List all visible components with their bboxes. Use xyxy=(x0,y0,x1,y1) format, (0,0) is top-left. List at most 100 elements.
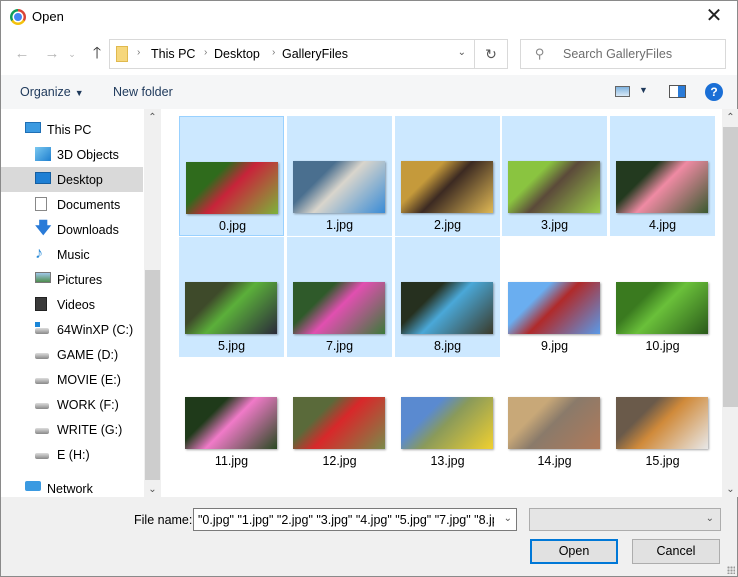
network-icon xyxy=(25,481,41,491)
scrollbar-thumb[interactable] xyxy=(723,127,738,407)
file-tile[interactable]: 12.jpg xyxy=(287,359,392,479)
image-thumbnail[interactable] xyxy=(293,282,385,334)
file-tile[interactable]: 8.jpg xyxy=(395,237,500,357)
back-button[interactable]: ← xyxy=(11,43,33,65)
image-thumbnail[interactable] xyxy=(401,282,493,334)
scroll-up-icon[interactable]: ⌃ xyxy=(144,112,161,123)
sidebar-item[interactable]: ♪ Music xyxy=(1,242,143,267)
new-folder-button[interactable]: New folder xyxy=(113,85,173,99)
file-tile[interactable]: 5.jpg xyxy=(179,237,284,357)
address-dropdown-icon[interactable]: ⌄ xyxy=(458,47,466,58)
file-view: 0.jpg 1.jpg 2.jpg 3.jpg 4.jpg 5.jpg 7.jpg 8.jpg… xyxy=(161,109,738,497)
cancel-button[interactable]: Cancel xyxy=(632,539,720,564)
sidebar-item[interactable]: WRITE (G:) xyxy=(1,417,143,442)
file-tile[interactable]: 9.jpg xyxy=(502,237,607,357)
search-icon: ⚲ xyxy=(535,46,545,61)
caret-down-icon: ▼ xyxy=(74,88,84,98)
file-tile[interactable]: 11.jpg xyxy=(179,359,284,479)
sidebar-item-label: Documents xyxy=(57,198,121,212)
navigation-pane: This PC 3D Objects Desktop Documents 🡇 Downlo… xyxy=(1,109,161,497)
image-thumbnail[interactable] xyxy=(185,397,277,449)
sidebar-item-label: Network xyxy=(47,482,93,496)
scroll-down-icon[interactable]: ⌄ xyxy=(144,484,161,495)
sidebar-item[interactable]: Documents xyxy=(1,192,143,217)
image-thumbnail[interactable] xyxy=(616,282,708,334)
sidebar-scrollbar[interactable]: ⌃ ⌄ xyxy=(144,109,161,497)
refresh-button[interactable]: ↻ xyxy=(475,39,508,69)
change-view-icon[interactable] xyxy=(615,86,630,97)
video-icon xyxy=(35,297,47,311)
sidebar-item[interactable]: 64WinXP (C:) xyxy=(1,317,143,342)
sidebar-item[interactable]: GAME (D:) xyxy=(1,342,143,367)
navigation-bar: ← → ⌄ 🡑 › This PC › Desktop › GalleryFil… xyxy=(1,33,737,75)
file-tile[interactable]: 2.jpg xyxy=(395,116,500,236)
image-thumbnail[interactable] xyxy=(508,161,600,213)
address-bar[interactable]: › This PC › Desktop › GalleryFiles ⌄ xyxy=(109,39,475,69)
image-thumbnail[interactable] xyxy=(293,397,385,449)
preview-pane-icon[interactable] xyxy=(669,85,686,98)
file-tile[interactable]: 7.jpg xyxy=(287,237,392,357)
file-name: 0.jpg xyxy=(218,219,247,233)
scrollbar-thumb[interactable] xyxy=(145,270,160,480)
image-thumbnail[interactable] xyxy=(508,282,600,334)
file-tile[interactable]: 0.jpg xyxy=(179,116,284,236)
breadcrumb-this-pc[interactable]: This PC xyxy=(151,47,195,61)
forward-button[interactable]: → xyxy=(41,43,63,65)
file-type-select[interactable]: ⌄ xyxy=(529,508,721,531)
image-thumbnail[interactable] xyxy=(293,161,385,213)
image-thumbnail[interactable] xyxy=(401,161,493,213)
file-name: 10.jpg xyxy=(645,339,680,353)
search-input[interactable]: Search GalleryFiles xyxy=(563,47,672,61)
file-name-input[interactable]: "0.jpg" "1.jpg" "2.jpg" "3.jpg" "4.jpg" … xyxy=(193,508,517,531)
sidebar-item[interactable]: Desktop xyxy=(1,167,143,192)
open-button[interactable]: Open xyxy=(530,539,618,564)
image-thumbnail[interactable] xyxy=(185,282,277,334)
up-button[interactable]: 🡑 xyxy=(86,43,108,65)
file-tile[interactable]: 13.jpg xyxy=(395,359,500,479)
file-tile[interactable]: 15.jpg xyxy=(610,359,715,479)
file-tile[interactable]: 14.jpg xyxy=(502,359,607,479)
desktop-icon xyxy=(35,172,51,184)
image-thumbnail[interactable] xyxy=(616,161,708,213)
sidebar-item[interactable]: 🡇 Downloads xyxy=(1,217,143,242)
sidebar-item[interactable]: This PC xyxy=(1,117,143,142)
organize-label: Organize xyxy=(20,85,71,99)
document-icon xyxy=(35,197,47,211)
image-thumbnail[interactable] xyxy=(508,397,600,449)
image-thumbnail[interactable] xyxy=(186,162,278,214)
drive-icon xyxy=(35,453,49,459)
organize-button[interactable]: Organize ▼ xyxy=(20,85,84,99)
scroll-down-icon[interactable]: ⌄ xyxy=(722,484,738,495)
image-thumbnail[interactable] xyxy=(616,397,708,449)
chevron-down-icon[interactable]: ⌄ xyxy=(706,513,714,524)
file-name-value[interactable]: "0.jpg" "1.jpg" "2.jpg" "3.jpg" "4.jpg" … xyxy=(198,513,494,527)
file-tile[interactable]: 3.jpg xyxy=(502,116,607,236)
search-box[interactable]: ⚲ Search GalleryFiles xyxy=(520,39,726,69)
file-tile[interactable]: 1.jpg xyxy=(287,116,392,236)
close-button[interactable]: ✕ xyxy=(691,1,737,33)
help-icon[interactable]: ? xyxy=(705,83,723,101)
chevron-right-icon: › xyxy=(137,47,141,58)
sidebar-item[interactable]: Pictures xyxy=(1,267,143,292)
breadcrumb-galleryfiles[interactable]: GalleryFiles xyxy=(282,47,348,61)
scroll-up-icon[interactable]: ⌃ xyxy=(722,112,738,123)
file-view-scrollbar[interactable]: ⌃ ⌄ xyxy=(722,109,738,497)
file-name: 13.jpg xyxy=(430,454,465,468)
file-tile[interactable]: 4.jpg xyxy=(610,116,715,236)
sidebar-item[interactable]: MOVIE (E:) xyxy=(1,367,143,392)
image-thumbnail[interactable] xyxy=(401,397,493,449)
file-name: 4.jpg xyxy=(648,218,677,232)
recent-locations-button[interactable]: ⌄ xyxy=(65,43,79,65)
file-tile[interactable]: 10.jpg xyxy=(610,237,715,357)
resize-grip-icon[interactable] xyxy=(727,566,735,574)
file-name: 12.jpg xyxy=(322,454,357,468)
sidebar-item[interactable]: WORK (F:) xyxy=(1,392,143,417)
breadcrumb-desktop[interactable]: Desktop xyxy=(214,47,260,61)
sidebar-item[interactable]: 3D Objects xyxy=(1,142,143,167)
chevron-down-icon[interactable]: ⌄ xyxy=(504,513,512,524)
sidebar-item-label: 3D Objects xyxy=(57,148,119,162)
sidebar-item[interactable]: Videos xyxy=(1,292,143,317)
sidebar-item[interactable]: E (H:) xyxy=(1,442,143,467)
sidebar-item-label: Pictures xyxy=(57,273,103,287)
view-options-dropdown-icon[interactable]: ▼ xyxy=(639,85,648,95)
